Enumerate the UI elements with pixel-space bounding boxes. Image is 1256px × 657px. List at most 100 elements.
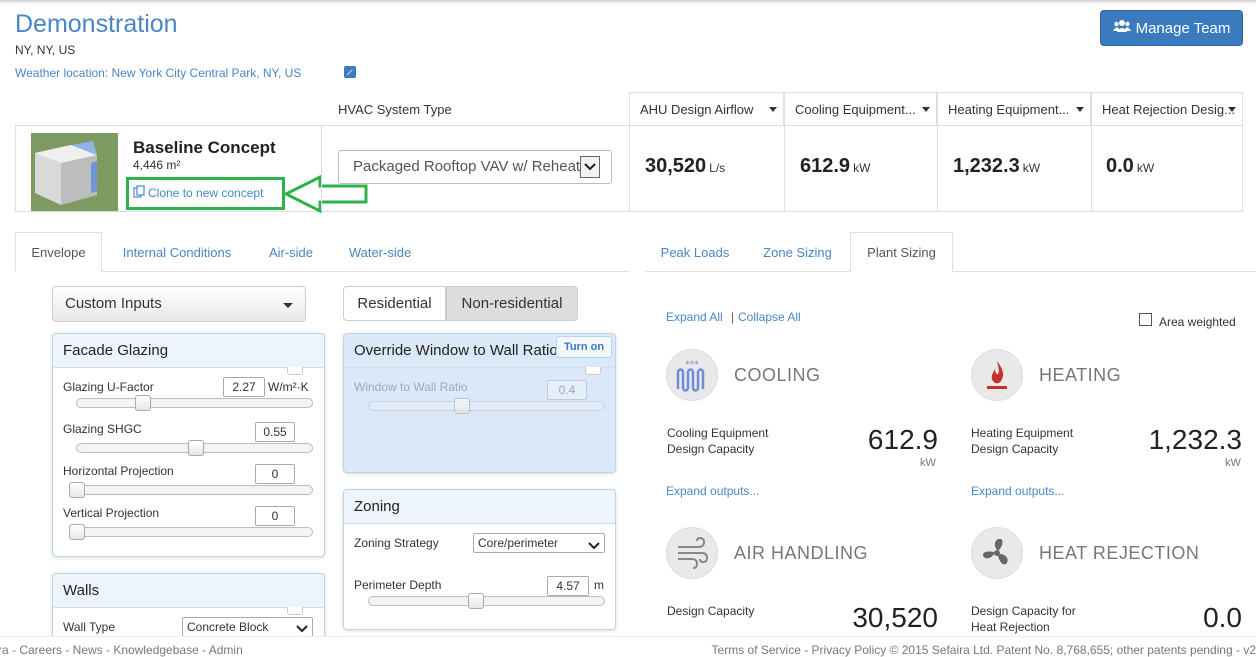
chevron-down-icon [296, 621, 308, 636]
turn-on-button[interactable]: Turn on [556, 336, 612, 358]
weather-location-link[interactable]: Weather location: New York City Central … [15, 66, 301, 80]
footer-legal: Terms of Service - Privacy Policy © 2015… [711, 643, 1256, 657]
chevron-down-icon[interactable] [580, 156, 600, 178]
vertical-projection-slider[interactable] [70, 527, 313, 537]
panel-title: Walls [53, 574, 324, 608]
vertical-projection-input[interactable]: 0 [255, 506, 295, 526]
horizontal-projection-slider[interactable] [70, 485, 313, 495]
panel-title: Zoning [344, 490, 615, 524]
residential-button[interactable]: Residential [343, 286, 446, 321]
horizontal-projection-label: Horizontal Projection [63, 464, 174, 478]
wwr-label: Window to Wall Ratio [354, 380, 468, 394]
u-factor-unit: W/m²·K [268, 380, 309, 394]
svg-text:***: *** [685, 360, 699, 370]
caret-down-icon [1228, 107, 1236, 112]
inputs-dropdown[interactable]: Custom Inputs [52, 286, 306, 322]
cooling-label-line1: Cooling Equipment [667, 426, 769, 440]
u-factor-slider[interactable] [76, 398, 313, 408]
top-shadow [0, 0, 1256, 4]
team-icon [1112, 19, 1131, 37]
metric-header-heating[interactable]: Heating Equipment... [937, 92, 1091, 126]
vertical-projection-label: Vertical Projection [63, 506, 160, 520]
slider-handle[interactable] [135, 395, 151, 411]
cooling-label-line2: Design Capacity [667, 442, 755, 456]
cooling-expand-outputs-link[interactable]: Expand outputs... [666, 484, 759, 498]
slider-handle [454, 398, 470, 414]
slider-handle[interactable] [468, 593, 484, 609]
divider [629, 126, 630, 211]
heating-title: HEATING [1039, 365, 1122, 385]
tab-water-side[interactable]: Water-side [334, 232, 426, 272]
heating-icon [971, 349, 1023, 401]
tab-plant-sizing[interactable]: Plant Sizing [850, 232, 953, 272]
divider [321, 126, 322, 211]
divider [784, 126, 785, 211]
wall-type-label: Wall Type [63, 620, 116, 634]
heating-label-line2: Design Capacity [971, 442, 1059, 456]
panel-handle[interactable] [585, 367, 601, 375]
heating-label-line1: Heating Equipment [971, 426, 1074, 440]
metric-header-heat-rejection[interactable]: Heat Rejection Desig... [1091, 92, 1243, 126]
u-factor-input[interactable]: 2.27 [223, 377, 265, 397]
metric-value-heating: 1,232.3 kW [953, 155, 1041, 177]
tab-air-side[interactable]: Air-side [254, 232, 328, 272]
chevron-down-icon [588, 538, 600, 553]
heating-value: 1,232.3 [1148, 424, 1242, 455]
slider-handle[interactable] [69, 524, 85, 540]
heat-rejection-value: 0.0 [1203, 602, 1242, 633]
area-weighted-label: Area weighted [1159, 315, 1236, 329]
panel-handle[interactable] [287, 607, 303, 615]
tab-peak-loads[interactable]: Peak Loads [648, 232, 742, 272]
heat-rejection-title: HEAT REJECTION [1039, 543, 1200, 563]
hvac-system-select[interactable]: Packaged Rooftop VAV w/ Reheat [338, 150, 612, 184]
heating-unit: kW [1225, 457, 1241, 469]
wwr-input: 0.4 [547, 380, 587, 400]
heating-expand-outputs-link[interactable]: Expand outputs... [971, 484, 1064, 498]
clone-concept-link[interactable]: Clone to new concept [133, 185, 263, 201]
edit-icon[interactable] [344, 66, 356, 78]
tab-envelope[interactable]: Envelope [15, 232, 102, 272]
caret-down-icon [922, 107, 930, 112]
slider-handle[interactable] [69, 482, 85, 498]
air-handling-value: 30,520 [852, 602, 938, 633]
concept-area: 4,446 m² [133, 158, 181, 172]
expand-all-link[interactable]: Expand All [666, 310, 723, 324]
panel-title: Facade Glazing [53, 334, 324, 368]
horizontal-projection-input[interactable]: 0 [255, 464, 295, 484]
zoning-strategy-select[interactable]: Core/perimeter [473, 533, 605, 553]
tab-internal-conditions[interactable]: Internal Conditions [108, 232, 246, 272]
perimeter-depth-input[interactable]: 4.57 [547, 576, 589, 596]
perimeter-depth-slider[interactable] [368, 596, 605, 606]
metric-value-heat-rejection: 0.0 kW [1106, 155, 1155, 177]
hvac-system-label: HVAC System Type [338, 102, 452, 117]
wall-type-select[interactable]: Concrete Block [182, 617, 313, 637]
tab-zone-sizing[interactable]: Zone Sizing [750, 232, 845, 272]
cooling-value: 612.9 [867, 424, 938, 455]
wwr-slider [368, 401, 605, 411]
shgc-input[interactable]: 0.55 [255, 422, 295, 442]
metric-value-cooling: 612.9 kW [800, 155, 871, 177]
metric-value-airflow: 30,520 L/s [645, 155, 726, 177]
air-handling-title: AIR HANDLING [734, 543, 869, 563]
metric-header-airflow[interactable]: AHU Design Airflow [629, 92, 784, 126]
area-weighted-checkbox[interactable] [1139, 313, 1152, 326]
manage-team-button[interactable]: Manage Team [1100, 10, 1243, 46]
slider-handle[interactable] [188, 440, 204, 456]
link-separator: | [731, 310, 735, 324]
building-thumbnail[interactable] [31, 133, 118, 211]
fan-icon [971, 527, 1023, 579]
concept-name: Baseline Concept [133, 138, 276, 157]
caret-down-icon [283, 303, 293, 308]
project-title: Demonstration [15, 10, 178, 38]
manage-team-label: Manage Team [1135, 19, 1231, 37]
cooling-unit: kW [920, 457, 936, 469]
metric-header-cooling[interactable]: Cooling Equipment... [784, 92, 937, 126]
non-residential-button[interactable]: Non-residential [446, 286, 578, 321]
collapse-all-link[interactable]: Collapse All [738, 310, 801, 324]
footer-links[interactable]: ra - Careers - News - Knowledgebase - Ad… [0, 643, 243, 657]
air-handling-icon [666, 527, 718, 579]
cooling-icon: *** [666, 349, 718, 401]
heat-rejection-label-line1: Design Capacity for [971, 604, 1076, 618]
copy-icon [133, 185, 146, 201]
panel-handle[interactable] [287, 367, 303, 375]
